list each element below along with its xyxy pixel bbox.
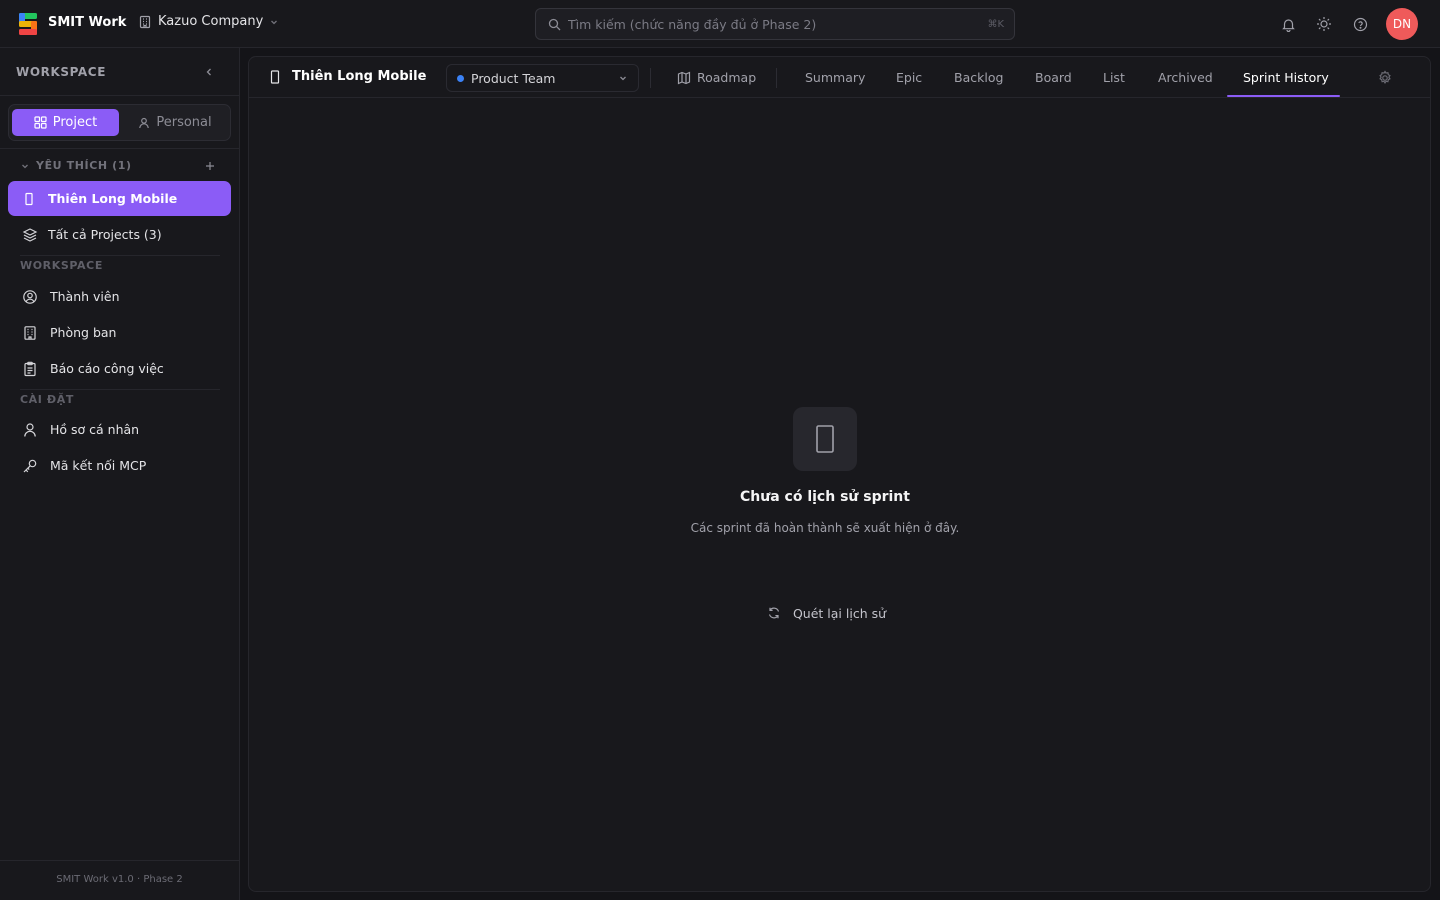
favorites-label: YÊU THÍCH (1) [36, 159, 132, 172]
personal-scope-button[interactable]: Personal [123, 109, 227, 136]
departments-label: Phòng ban [50, 325, 117, 340]
team-select-value: Product Team [471, 70, 556, 86]
collapse-sidebar-icon[interactable] [202, 65, 216, 79]
profile-label: Hồ sơ cá nhân [50, 422, 140, 437]
sidebar-item-work-report[interactable]: Báo cáo công việc [8, 351, 231, 386]
section-divider [20, 255, 220, 256]
user-avatar[interactable]: DN [1386, 8, 1418, 40]
workspace-section-label: WORKSPACE [20, 259, 103, 272]
sun-icon [1317, 17, 1331, 31]
active-tab-indicator [1227, 95, 1340, 97]
brand-name[interactable]: SMIT Work [48, 15, 126, 30]
chevron-down-icon [22, 164, 28, 169]
clipboard-icon [24, 361, 36, 376]
company-name: Kazuo Company [158, 14, 264, 29]
sidebar-divider [0, 95, 239, 96]
mobile-icon [816, 425, 834, 453]
building-icon [139, 15, 151, 28]
tab-roadmap-label: Roadmap [697, 70, 757, 85]
grid-icon [34, 116, 47, 129]
map-icon [677, 71, 691, 84]
help-button[interactable] [1350, 14, 1370, 34]
tab-roadmap[interactable]: Roadmap [677, 57, 756, 98]
tab-archived[interactable]: Archived [1158, 57, 1213, 98]
scope-toggle: Project Personal [8, 104, 231, 141]
tab-board[interactable]: Board [1035, 57, 1072, 98]
sidebar-item-departments[interactable]: Phòng ban [8, 315, 231, 350]
sidebar-item-members[interactable]: Thành viên [8, 279, 231, 314]
refresh-icon [768, 607, 780, 619]
user-icon [24, 422, 36, 437]
gear-icon[interactable] [1377, 70, 1393, 86]
top-bar: SMIT Work Kazuo Company ⌘K DN [0, 0, 1440, 48]
mcp-key-label: Mã kết nối MCP [50, 458, 147, 473]
sidebar-divider [0, 148, 239, 149]
work-report-label: Báo cáo công việc [50, 361, 164, 376]
project-title-text: Thiên Long Mobile [292, 69, 427, 84]
building-icon [24, 325, 36, 340]
project-tab-bar: Thiên Long Mobile Product Team Roadmap S… [249, 57, 1430, 98]
empty-state-description: Các sprint đã hoàn thành sẽ xuất hiện ở … [690, 521, 960, 535]
help-icon [1353, 17, 1367, 31]
add-favorite-icon[interactable] [203, 159, 217, 173]
chevron-down-icon [271, 20, 278, 24]
version-label: SMIT Work v1.0 · Phase 2 [56, 874, 183, 885]
project-panel: Thiên Long Mobile Product Team Roadmap S… [248, 56, 1431, 892]
rescan-history-label: Quét lại lịch sử [792, 605, 887, 621]
app-logo-icon[interactable] [19, 13, 37, 35]
search-input[interactable] [568, 16, 981, 32]
layers-icon [22, 227, 38, 242]
tab-divider [650, 68, 651, 88]
project-title: Thiên Long Mobile [269, 69, 426, 84]
members-label: Thành viên [50, 289, 120, 304]
global-search[interactable]: ⌘K [535, 8, 1015, 40]
tab-summary[interactable]: Summary [805, 57, 865, 98]
mobile-icon [270, 69, 280, 84]
project-scope-button[interactable]: Project [12, 109, 119, 136]
rescan-history-button[interactable]: Quét lại lịch sử [759, 597, 894, 629]
notifications-button[interactable] [1278, 14, 1298, 34]
user-icon [139, 117, 150, 128]
team-select[interactable]: Product Team [446, 64, 639, 92]
sidebar-footer-divider [0, 860, 239, 861]
search-shortcut: ⌘K [987, 18, 1004, 30]
tab-divider [776, 68, 777, 88]
bell-icon [1281, 18, 1295, 32]
sidebar-item-all-projects[interactable]: Tất cả Projects (3) [8, 217, 231, 252]
key-icon [23, 459, 37, 472]
sidebar: WORKSPACE Project Personal YÊU THÍCH (1)… [0, 48, 240, 900]
tab-sprint-history[interactable]: Sprint History [1243, 57, 1329, 98]
empty-state-title: Chưa có lịch sử sprint [740, 489, 910, 505]
settings-section-label: CÀI ĐẶT [20, 393, 74, 406]
company-switcher[interactable]: Kazuo Company [138, 14, 279, 29]
sidebar-item-mcp-key[interactable]: Mã kết nối MCP [8, 448, 231, 483]
sidebar-item-profile[interactable]: Hồ sơ cá nhân [8, 412, 231, 447]
section-divider [20, 389, 220, 390]
empty-state-icon [793, 407, 857, 471]
team-color-dot [457, 74, 464, 82]
mobile-icon [25, 192, 33, 205]
tab-backlog[interactable]: Backlog [954, 57, 1003, 98]
member-icon [23, 289, 37, 304]
search-icon [548, 18, 561, 30]
chevron-down-icon [620, 76, 626, 81]
all-projects-label: Tất cả Projects (3) [48, 227, 162, 242]
tab-epic[interactable]: Epic [896, 57, 922, 98]
favorites-header[interactable]: YÊU THÍCH (1) [20, 159, 220, 173]
project-scope-label: Project [52, 115, 98, 130]
personal-scope-label: Personal [156, 115, 212, 130]
sidebar-heading: WORKSPACE [16, 65, 107, 79]
favorite-project-item[interactable]: Thiên Long Mobile [8, 181, 231, 216]
favorite-project-label: Thiên Long Mobile [48, 191, 178, 206]
theme-toggle-button[interactable] [1314, 14, 1334, 34]
tab-list[interactable]: List [1103, 57, 1125, 98]
